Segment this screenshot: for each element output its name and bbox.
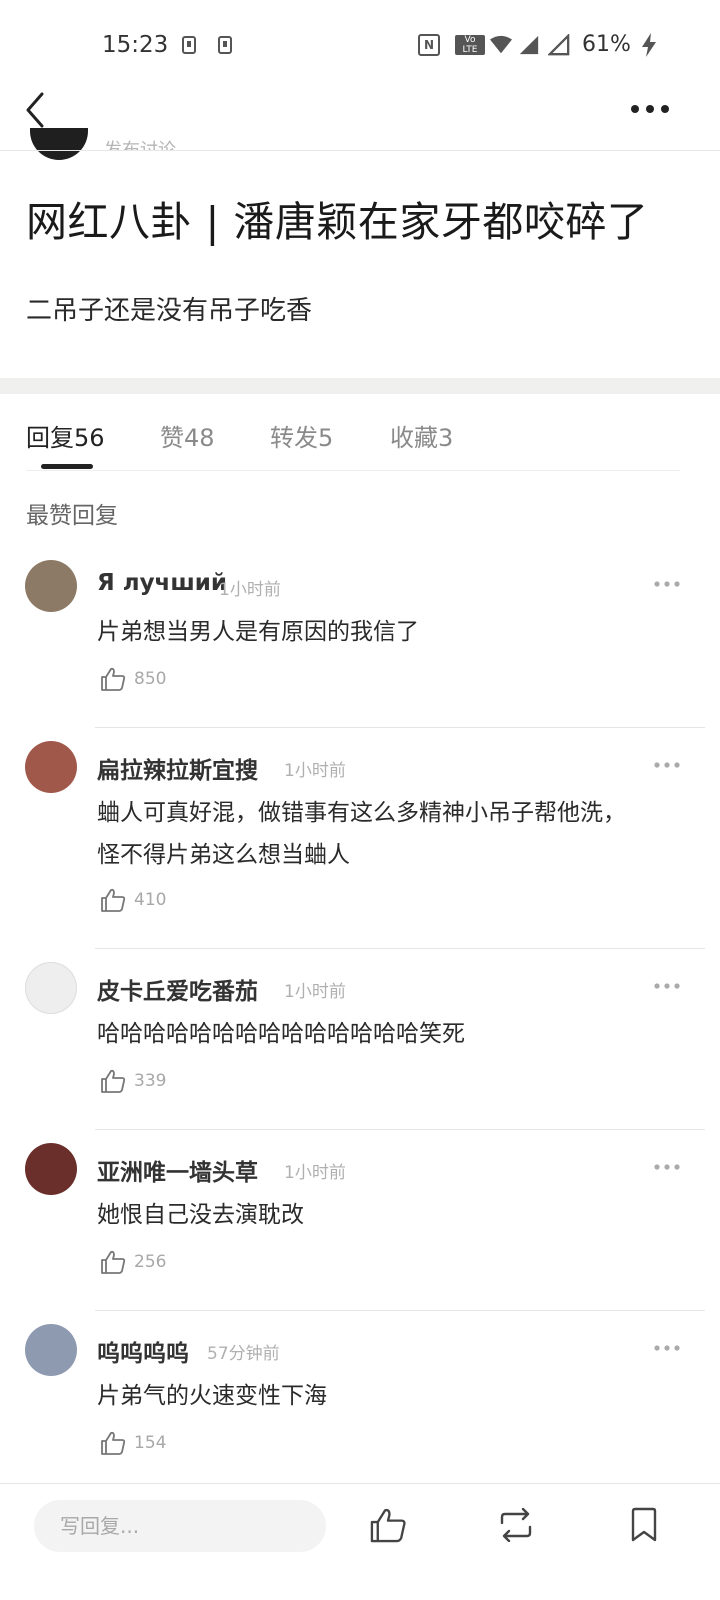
tabs-divider <box>26 470 680 471</box>
comment-more-icon[interactable] <box>654 1164 680 1170</box>
avatar[interactable] <box>25 560 77 612</box>
comment-text: 片弟想当男人是有原因的我信了 <box>97 619 419 645</box>
comment-username[interactable]: 扁拉辣拉斯宜搜 <box>97 751 258 785</box>
comment-username[interactable]: 亚洲唯一墙头草 <box>97 1153 258 1187</box>
cell-signal-icon <box>548 34 570 56</box>
tab-replies[interactable]: 回复56 <box>26 418 105 453</box>
avatar[interactable] <box>25 962 77 1014</box>
tab-favorites[interactable]: 收藏3 <box>390 418 453 453</box>
author-subtitle: 发布讨论 <box>104 136 176 150</box>
like-post-icon[interactable] <box>369 1506 407 1544</box>
comment-more-icon[interactable] <box>654 581 680 587</box>
like-count: 154 <box>134 1433 167 1453</box>
cell-signal-icon <box>519 35 539 55</box>
avatar[interactable] <box>25 741 77 793</box>
like-count: 256 <box>134 1252 167 1272</box>
comment-username[interactable]: 皮卡丘爱吃番茄 <box>97 972 258 1006</box>
download-notification-icon <box>218 36 232 54</box>
comment-divider <box>95 727 705 728</box>
more-options-icon[interactable] <box>630 104 670 114</box>
repost-icon[interactable] <box>496 1508 536 1542</box>
comment-more-icon[interactable] <box>654 762 680 768</box>
tab-likes[interactable]: 赞48 <box>160 418 215 453</box>
comment-divider <box>95 1129 705 1130</box>
like-count: 410 <box>134 890 167 910</box>
wifi-icon <box>490 35 512 54</box>
comment-username[interactable]: 呜呜呜呜 <box>97 1334 189 1368</box>
like-count: 339 <box>134 1071 167 1091</box>
bottom-bar-divider <box>0 1483 720 1484</box>
comment-text: 她恨自己没去演耽改 <box>97 1202 304 1228</box>
comment-time: 1小时前 <box>219 580 281 600</box>
comment-text: 片弟气的火速变性下海 <box>97 1383 327 1409</box>
active-tab-indicator <box>41 464 93 469</box>
comment-time: 1小时前 <box>284 982 346 1002</box>
comment-time: 1小时前 <box>284 1163 346 1183</box>
comment-more-icon[interactable] <box>654 983 680 989</box>
comment-divider <box>95 948 705 949</box>
battery-percent: 61% <box>582 32 631 57</box>
comment-time: 57分钟前 <box>207 1344 280 1364</box>
top-replies-label: 最赞回复 <box>26 503 118 529</box>
volte-icon: Vo LTE <box>455 35 485 55</box>
back-arrow-icon[interactable] <box>22 90 50 130</box>
bookmark-icon[interactable] <box>630 1507 658 1543</box>
like-icon[interactable] <box>100 1430 126 1456</box>
reply-input[interactable] <box>34 1500 326 1552</box>
like-count: 850 <box>134 669 167 689</box>
comment-text: 哈哈哈哈哈哈哈哈哈哈哈哈哈哈笑死 <box>97 1021 465 1047</box>
comment-divider <box>95 1310 705 1311</box>
charging-icon <box>642 33 656 57</box>
tab-reposts[interactable]: 转发5 <box>270 418 333 453</box>
section-separator <box>0 378 720 394</box>
like-icon[interactable] <box>100 1068 126 1094</box>
nav-divider <box>0 150 720 151</box>
author-avatar[interactable] <box>30 128 88 160</box>
comment-text: 蛐人可真好混，做错事有这么多精神小吊子帮他洗，怪不得片弟这么想当蛐人 <box>97 800 626 868</box>
like-icon[interactable] <box>100 1249 126 1275</box>
post-title: 网红八卦 | 潘唐颖在家牙都咬碎了 <box>26 198 649 246</box>
comment-time: 1小时前 <box>284 761 346 781</box>
like-icon[interactable] <box>100 666 126 692</box>
nfc-icon: N <box>418 34 440 56</box>
comment-more-icon[interactable] <box>654 1345 680 1351</box>
avatar[interactable] <box>25 1324 77 1376</box>
status-time: 15:23 <box>102 32 169 58</box>
like-icon[interactable] <box>100 887 126 913</box>
post-body: 二吊子还是没有吊子吃香 <box>26 296 313 326</box>
download-notification-icon <box>182 36 196 54</box>
comment-username[interactable]: Я лучший <box>97 570 227 596</box>
avatar[interactable] <box>25 1143 77 1195</box>
